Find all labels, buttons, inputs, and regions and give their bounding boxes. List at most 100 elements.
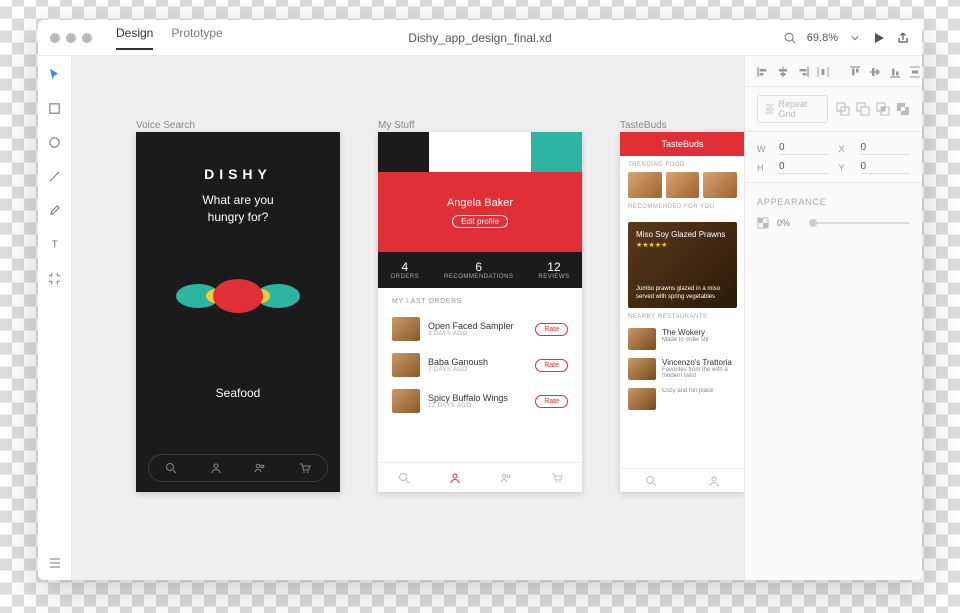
align-top-icon[interactable]: [849, 66, 861, 78]
food-thumbnail[interactable]: [628, 172, 662, 198]
svg-text:T: T: [51, 239, 58, 250]
voice-prompt: What are you hungry for?: [136, 192, 340, 226]
search-icon[interactable]: [165, 462, 177, 474]
share-icon[interactable]: [896, 31, 910, 45]
pathop-intersect-icon[interactable]: [876, 102, 890, 116]
zoom-level[interactable]: 69.8%: [807, 32, 838, 44]
align-controls: [757, 66, 910, 78]
search-icon[interactable]: [398, 472, 410, 484]
x-field[interactable]: 0: [861, 142, 911, 155]
user-icon[interactable]: [449, 472, 461, 484]
featured-desc: Jumbo prawns glazed in a miso served wit…: [636, 286, 729, 302]
app-header: TasteBuds: [620, 132, 744, 156]
distribute-h-icon[interactable]: [817, 66, 829, 78]
align-bottom-icon[interactable]: [889, 66, 901, 78]
zoom-dot[interactable]: [82, 33, 92, 43]
distribute-v-icon[interactable]: [909, 66, 921, 78]
tools-panel: T: [38, 56, 72, 580]
search-icon[interactable]: [783, 31, 797, 45]
list-item[interactable]: Baba Ganoush7 DAYS AGO Rate: [392, 347, 568, 383]
width-field[interactable]: 0: [779, 142, 829, 155]
tab-design[interactable]: Design: [116, 26, 153, 50]
cart-icon[interactable]: [299, 462, 311, 474]
food-thumbnail: [392, 353, 420, 377]
select-tool[interactable]: [47, 66, 63, 82]
rate-button[interactable]: Rate: [535, 395, 568, 408]
tab-prototype[interactable]: Prototype: [171, 26, 222, 50]
cart-icon[interactable]: [551, 472, 563, 484]
transform-fields: W0 X0 H0 Y0: [757, 142, 910, 174]
food-thumbnail[interactable]: [666, 172, 700, 198]
food-thumbnail: [628, 388, 656, 410]
opacity-value[interactable]: 0%: [777, 218, 801, 228]
align-left-icon[interactable]: [757, 66, 769, 78]
text-tool[interactable]: T: [47, 236, 63, 252]
ellipse-tool[interactable]: [47, 134, 63, 150]
list-item[interactable]: Vincenzo's TrattoriaFavorites from the w…: [628, 354, 737, 384]
section-header: NEARBY RESTAURANTS: [620, 308, 744, 324]
bottom-nav: [620, 468, 744, 492]
artboard-tool[interactable]: [47, 270, 63, 286]
layers-icon[interactable]: [47, 554, 63, 570]
titlebar: Design Prototype Dishy_app_design_final.…: [38, 20, 922, 56]
food-thumbnail: [628, 328, 656, 350]
list-item[interactable]: Open Faced Sampler3 DAYS AGO Rate: [392, 311, 568, 347]
list-item[interactable]: Spicy Buffalo Wings12 DAYS AGO Rate: [392, 383, 568, 419]
food-thumbnail[interactable]: [703, 172, 737, 198]
food-thumbnail: [392, 317, 420, 341]
orders-list: Open Faced Sampler3 DAYS AGO Rate Baba G…: [378, 311, 582, 419]
trending-row[interactable]: [620, 172, 744, 198]
bottom-nav: [148, 454, 328, 482]
stat-recommendations[interactable]: 6RECOMMENDATIONS: [444, 260, 513, 280]
pathop-exclude-icon[interactable]: [896, 102, 910, 116]
y-field[interactable]: 0: [861, 161, 911, 174]
opacity-icon: [757, 217, 769, 229]
pathop-add-icon[interactable]: [836, 102, 850, 116]
artboard-my-stuff[interactable]: Angela Baker Edit profile 4ORDERS 6RECOM…: [378, 132, 582, 492]
document-filename: Dishy_app_design_final.xd: [408, 31, 551, 45]
window-controls[interactable]: [50, 33, 92, 43]
pathop-subtract-icon[interactable]: [856, 102, 870, 116]
list-item[interactable]: Cozy and fun place: [628, 384, 737, 414]
users-icon[interactable]: [254, 462, 266, 474]
rate-button[interactable]: Rate: [535, 323, 568, 336]
artboard-label[interactable]: Voice Search: [136, 120, 195, 131]
star-rating-icon: ★★★★★: [636, 241, 729, 249]
align-center-h-icon[interactable]: [777, 66, 789, 78]
search-icon[interactable]: [645, 475, 657, 487]
workspace: T Voice Search My Stuff TasteBuds DISHY …: [38, 56, 922, 580]
rate-button[interactable]: Rate: [535, 359, 568, 372]
opacity-slider[interactable]: [809, 222, 910, 224]
play-icon[interactable]: [872, 31, 886, 45]
chevron-down-icon[interactable]: [848, 31, 862, 45]
pen-tool[interactable]: [47, 202, 63, 218]
repeat-grid-button[interactable]: Repeat Grid: [757, 95, 828, 123]
list-item[interactable]: The WokeryMade to order stir: [628, 324, 737, 354]
nearby-list: The WokeryMade to order stir Vincenzo's …: [620, 324, 744, 414]
profile-hero: Angela Baker Edit profile: [378, 132, 582, 252]
close-dot[interactable]: [50, 33, 60, 43]
canvas[interactable]: Voice Search My Stuff TasteBuds DISHY Wh…: [72, 56, 744, 580]
artboard-tastebuds[interactable]: TasteBuds TRENDING FOOD RECOMMENDED FOR …: [620, 132, 744, 492]
height-field[interactable]: 0: [779, 161, 829, 174]
align-right-icon[interactable]: [797, 66, 809, 78]
artboard-voice-search[interactable]: DISHY What are you hungry for? Seafood: [136, 132, 340, 492]
featured-card[interactable]: Miso Soy Glazed Prawns ★★★★★ Jumbo prawn…: [628, 222, 737, 308]
stats-bar: 4ORDERS 6RECOMMENDATIONS 12REVIEWS: [378, 252, 582, 288]
align-middle-icon[interactable]: [869, 66, 881, 78]
voice-waveform-icon: [158, 266, 318, 326]
line-tool[interactable]: [47, 168, 63, 184]
rectangle-tool[interactable]: [47, 100, 63, 116]
section-header: MY LAST ORDERS: [378, 288, 582, 311]
user-icon[interactable]: [210, 462, 222, 474]
app-window: Design Prototype Dishy_app_design_final.…: [38, 20, 922, 580]
stat-orders[interactable]: 4ORDERS: [390, 260, 419, 280]
opacity-control: 0%: [757, 217, 910, 229]
user-icon[interactable]: [708, 475, 720, 487]
artboard-label[interactable]: TasteBuds: [620, 120, 667, 131]
stat-reviews[interactable]: 12REVIEWS: [538, 260, 569, 280]
minimize-dot[interactable]: [66, 33, 76, 43]
users-icon[interactable]: [500, 472, 512, 484]
edit-profile-button[interactable]: Edit profile: [452, 215, 508, 228]
artboard-label[interactable]: My Stuff: [378, 120, 415, 131]
